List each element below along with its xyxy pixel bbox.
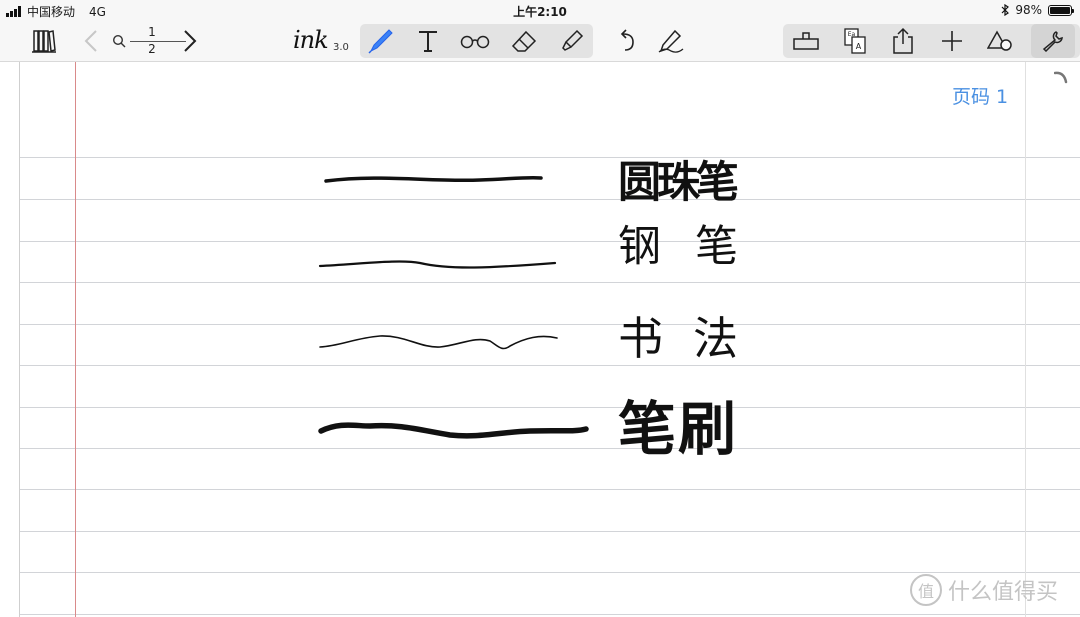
add-icon: [942, 31, 962, 51]
back-icon: [84, 30, 97, 52]
battery-icon: [1048, 4, 1074, 16]
handwriting-calligraphy: 书法: [618, 312, 769, 365]
ink-strokes: [318, 176, 589, 439]
library-icon: [32, 30, 56, 53]
library-button[interactable]: [27, 24, 61, 58]
add-button[interactable]: [935, 24, 969, 58]
pen-settings-icon: [658, 29, 684, 53]
bluetooth-icon: [1001, 4, 1010, 16]
app-logo: ink: [293, 26, 329, 54]
undo-button[interactable]: [610, 24, 644, 58]
share-button[interactable]: [886, 24, 920, 58]
pen-icon: [368, 29, 393, 54]
watermark: 值 什么值得买: [910, 574, 1058, 606]
ballpoint-sample-stroke: [324, 176, 543, 183]
svg-text:A: A: [856, 42, 862, 51]
status-bar: 中国移动 4G 上午2:10 98%: [0, 0, 1080, 20]
highlighter-icon: [562, 29, 584, 51]
shapes-icon: [987, 30, 1012, 51]
back-button[interactable]: [74, 24, 108, 58]
ruler-button[interactable]: [789, 24, 823, 58]
forward-button[interactable]: [173, 24, 207, 58]
ruler-icon: [793, 32, 819, 50]
search-icon: [112, 34, 126, 48]
page-current: 1: [148, 25, 156, 39]
wrench-icon: [1042, 31, 1063, 52]
shapes-button[interactable]: [983, 24, 1017, 58]
battery-percent: 98%: [1015, 3, 1042, 17]
watermark-logo-icon: 值: [910, 574, 942, 606]
app-version: 3.0: [333, 42, 349, 53]
highlighter-tool-button[interactable]: [555, 24, 589, 58]
fountain-pen-sample-stroke: [318, 260, 557, 269]
status-right: 98%: [1001, 3, 1074, 17]
text-tool-button[interactable]: [411, 24, 445, 58]
svg-text:Ea: Ea: [848, 31, 856, 38]
forward-icon: [184, 30, 197, 52]
brush-sample-stroke: [318, 422, 589, 439]
clock: 上午2:10: [513, 5, 567, 19]
settings-button[interactable]: [1031, 24, 1075, 58]
translate-button[interactable]: A Ea: [838, 24, 872, 58]
page-total: 2: [148, 42, 156, 56]
calligraphy-sample-stroke: [319, 335, 558, 350]
watermark-text: 什么值得买: [948, 580, 1059, 605]
eraser-tool-button[interactable]: [507, 24, 541, 58]
handwriting-brush: 笔刷: [618, 395, 739, 463]
share-icon: [893, 27, 913, 54]
eraser-icon: [511, 30, 537, 52]
glasses-icon: [460, 35, 490, 49]
battery-fill: [1050, 6, 1070, 14]
page-number-label: 页码 1: [952, 86, 1009, 108]
notebook-page[interactable]: 页码 1 圆珠笔 钢笔 书法 笔刷: [19, 62, 1080, 617]
handwriting-ballpoint: 圆珠笔: [618, 158, 739, 208]
reading-mode-button[interactable]: [458, 24, 492, 58]
text-icon: [419, 31, 437, 52]
undo-icon: [620, 29, 634, 51]
handwriting-fountain: 钢笔: [618, 222, 772, 272]
pen-tool-button[interactable]: [364, 24, 398, 58]
pen-settings-button[interactable]: [654, 24, 688, 58]
translate-icon: AEa: [844, 28, 866, 54]
page-navigator[interactable]: 1 2: [112, 23, 186, 59]
page-curl-icon[interactable]: [1054, 70, 1068, 84]
toolbar: 1 2 ink 3.0 A Ea: [0, 20, 1080, 62]
